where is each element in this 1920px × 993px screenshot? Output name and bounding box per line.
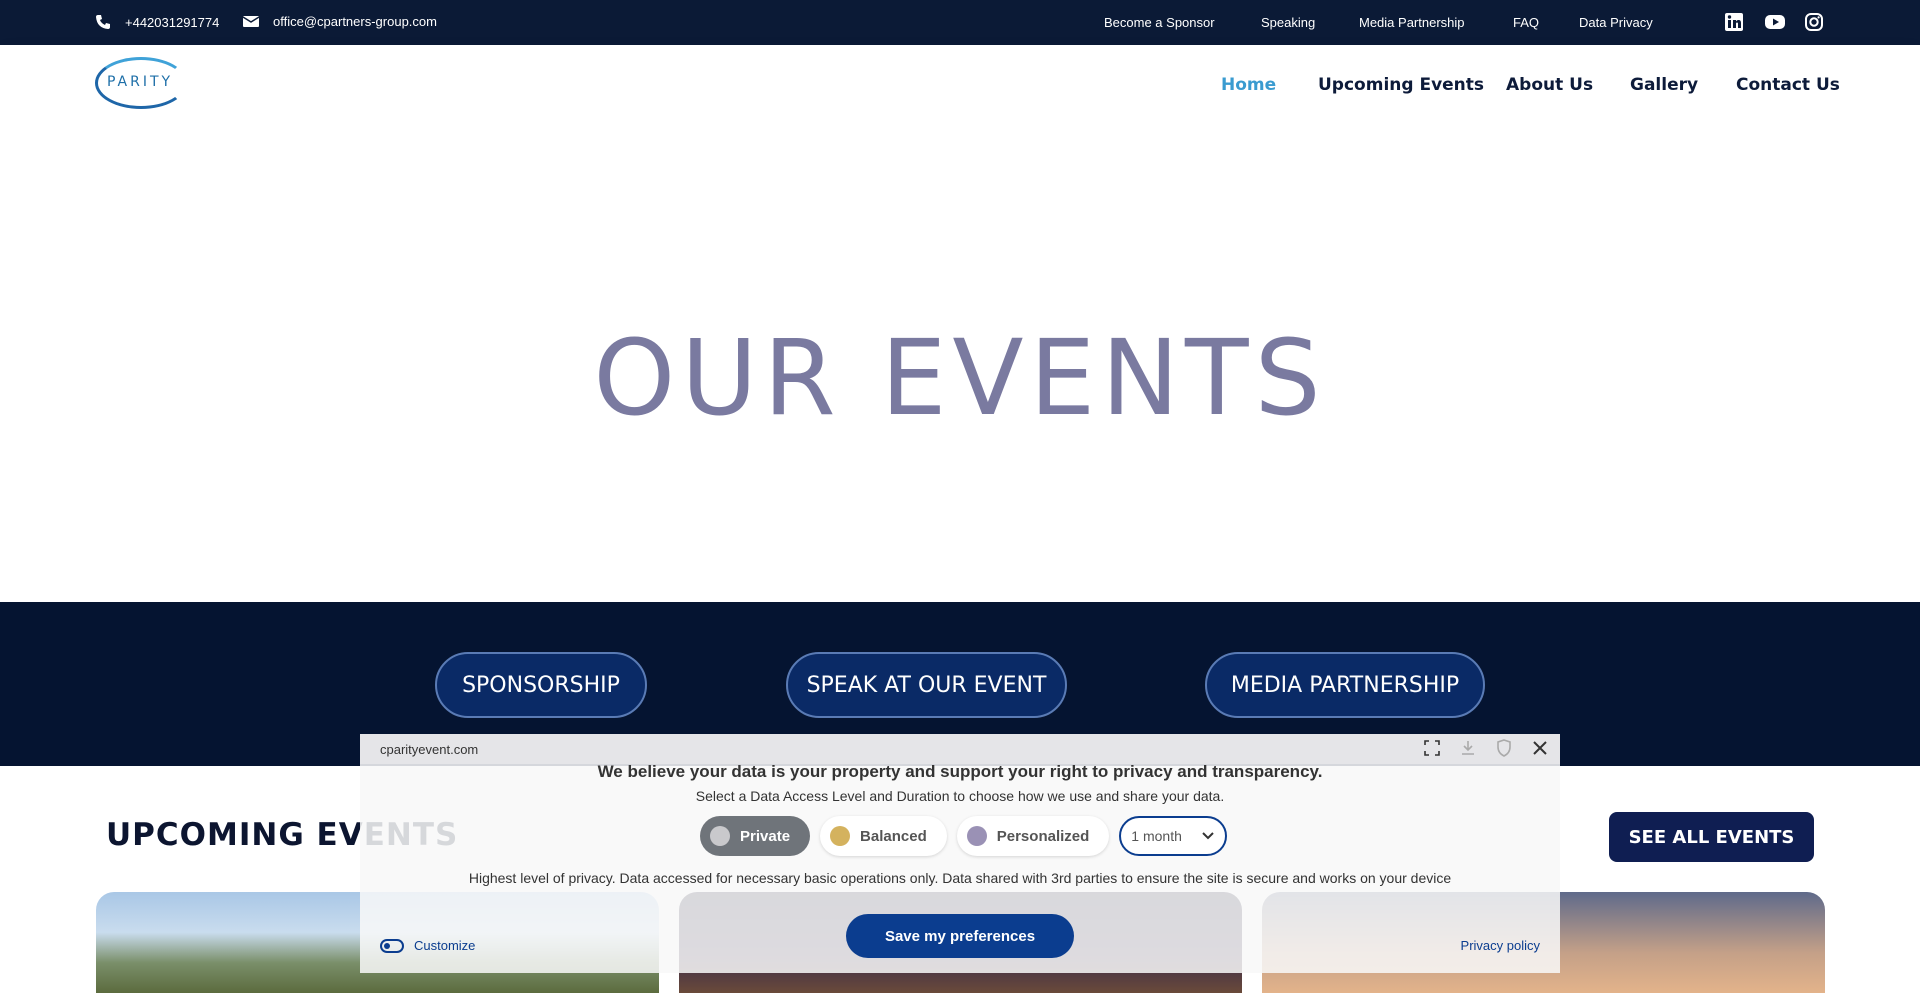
instagram-icon[interactable]: [1804, 12, 1826, 34]
option-label: Private: [740, 827, 791, 845]
media-partnership-button[interactable]: MEDIA PARTNERSHIP: [1205, 652, 1485, 718]
consent-titlebar: cparityevent.com: [360, 734, 1560, 764]
toggle-icon: [380, 938, 404, 953]
option-personalized[interactable]: Personalized: [956, 816, 1110, 856]
option-label: Balanced: [860, 827, 927, 845]
topbar-link-faq[interactable]: FAQ: [1513, 15, 1539, 30]
nav-item-contact-us[interactable]: Contact Us: [1736, 75, 1840, 95]
logo-text: PARITY: [107, 74, 174, 90]
consent-subtext: Select a Data Access Level and Duration …: [695, 788, 1225, 804]
hero-section: OUR EVENTS: [0, 122, 1920, 602]
topbar-link-become-sponsor[interactable]: Become a Sponsor: [1104, 15, 1215, 30]
chevron-down-icon: [1202, 832, 1215, 840]
nav-item-upcoming-events[interactable]: Upcoming Events: [1318, 75, 1484, 95]
email-contact[interactable]: office@cpartners-group.com: [243, 14, 437, 29]
parity-logo[interactable]: PARITY: [95, 57, 187, 109]
duration-value: 1 month: [1131, 828, 1182, 844]
nav-item-about-us[interactable]: About Us: [1506, 75, 1593, 95]
sponsorship-button[interactable]: SPONSORSHIP: [435, 652, 647, 718]
balanced-dot-icon: [830, 826, 851, 846]
customize-label: Customize: [414, 938, 476, 953]
close-icon[interactable]: [1530, 738, 1550, 758]
shield-icon[interactable]: [1494, 738, 1514, 758]
download-icon[interactable]: [1458, 738, 1478, 758]
topbar-link-speaking[interactable]: Speaking: [1261, 15, 1315, 30]
cookie-consent-dialog: cparityevent.com We believe your data is…: [360, 734, 1560, 973]
main-nav: PARITY Home Upcoming Events About Us Gal…: [0, 45, 1920, 122]
data-access-options: Private Balanced Personalized 1 month: [700, 816, 1228, 856]
phone-icon: [96, 15, 110, 29]
nav-item-home[interactable]: Home: [1221, 75, 1276, 95]
personalized-dot-icon: [966, 826, 987, 846]
phone-contact[interactable]: +442031291774: [95, 14, 219, 30]
envelope-icon: [243, 16, 259, 27]
privacy-policy-link[interactable]: Privacy policy: [1461, 938, 1540, 953]
consent-headline: We believe your data is your property an…: [597, 762, 1323, 781]
duration-select[interactable]: 1 month: [1119, 816, 1228, 856]
top-bar: +442031291774 office@cpartners-group.com…: [0, 0, 1920, 45]
email-address: office@cpartners-group.com: [273, 14, 437, 29]
private-dot-icon: [710, 826, 730, 846]
hero-title: OUR EVENTS: [593, 317, 1327, 439]
consent-level-description: Highest level of privacy. Data accessed …: [468, 870, 1452, 886]
customize-link[interactable]: Customize: [380, 938, 475, 953]
nav-item-gallery[interactable]: Gallery: [1630, 75, 1698, 95]
consent-domain: cparityevent.com: [380, 742, 479, 757]
expand-icon[interactable]: [1422, 738, 1442, 758]
topbar-link-media-partnership[interactable]: Media Partnership: [1359, 15, 1465, 30]
option-balanced[interactable]: Balanced: [820, 816, 947, 856]
see-all-events-button[interactable]: SEE ALL EVENTS: [1609, 812, 1814, 862]
option-private[interactable]: Private: [700, 816, 811, 856]
youtube-icon[interactable]: [1764, 12, 1786, 34]
speak-at-event-button[interactable]: SPEAK AT OUR EVENT: [786, 652, 1067, 718]
option-label: Personalized: [996, 827, 1090, 845]
phone-number: +442031291774: [125, 14, 220, 30]
topbar-link-data-privacy[interactable]: Data Privacy: [1579, 15, 1653, 30]
save-preferences-button[interactable]: Save my preferences: [846, 914, 1074, 958]
linkedin-icon[interactable]: [1724, 12, 1746, 34]
